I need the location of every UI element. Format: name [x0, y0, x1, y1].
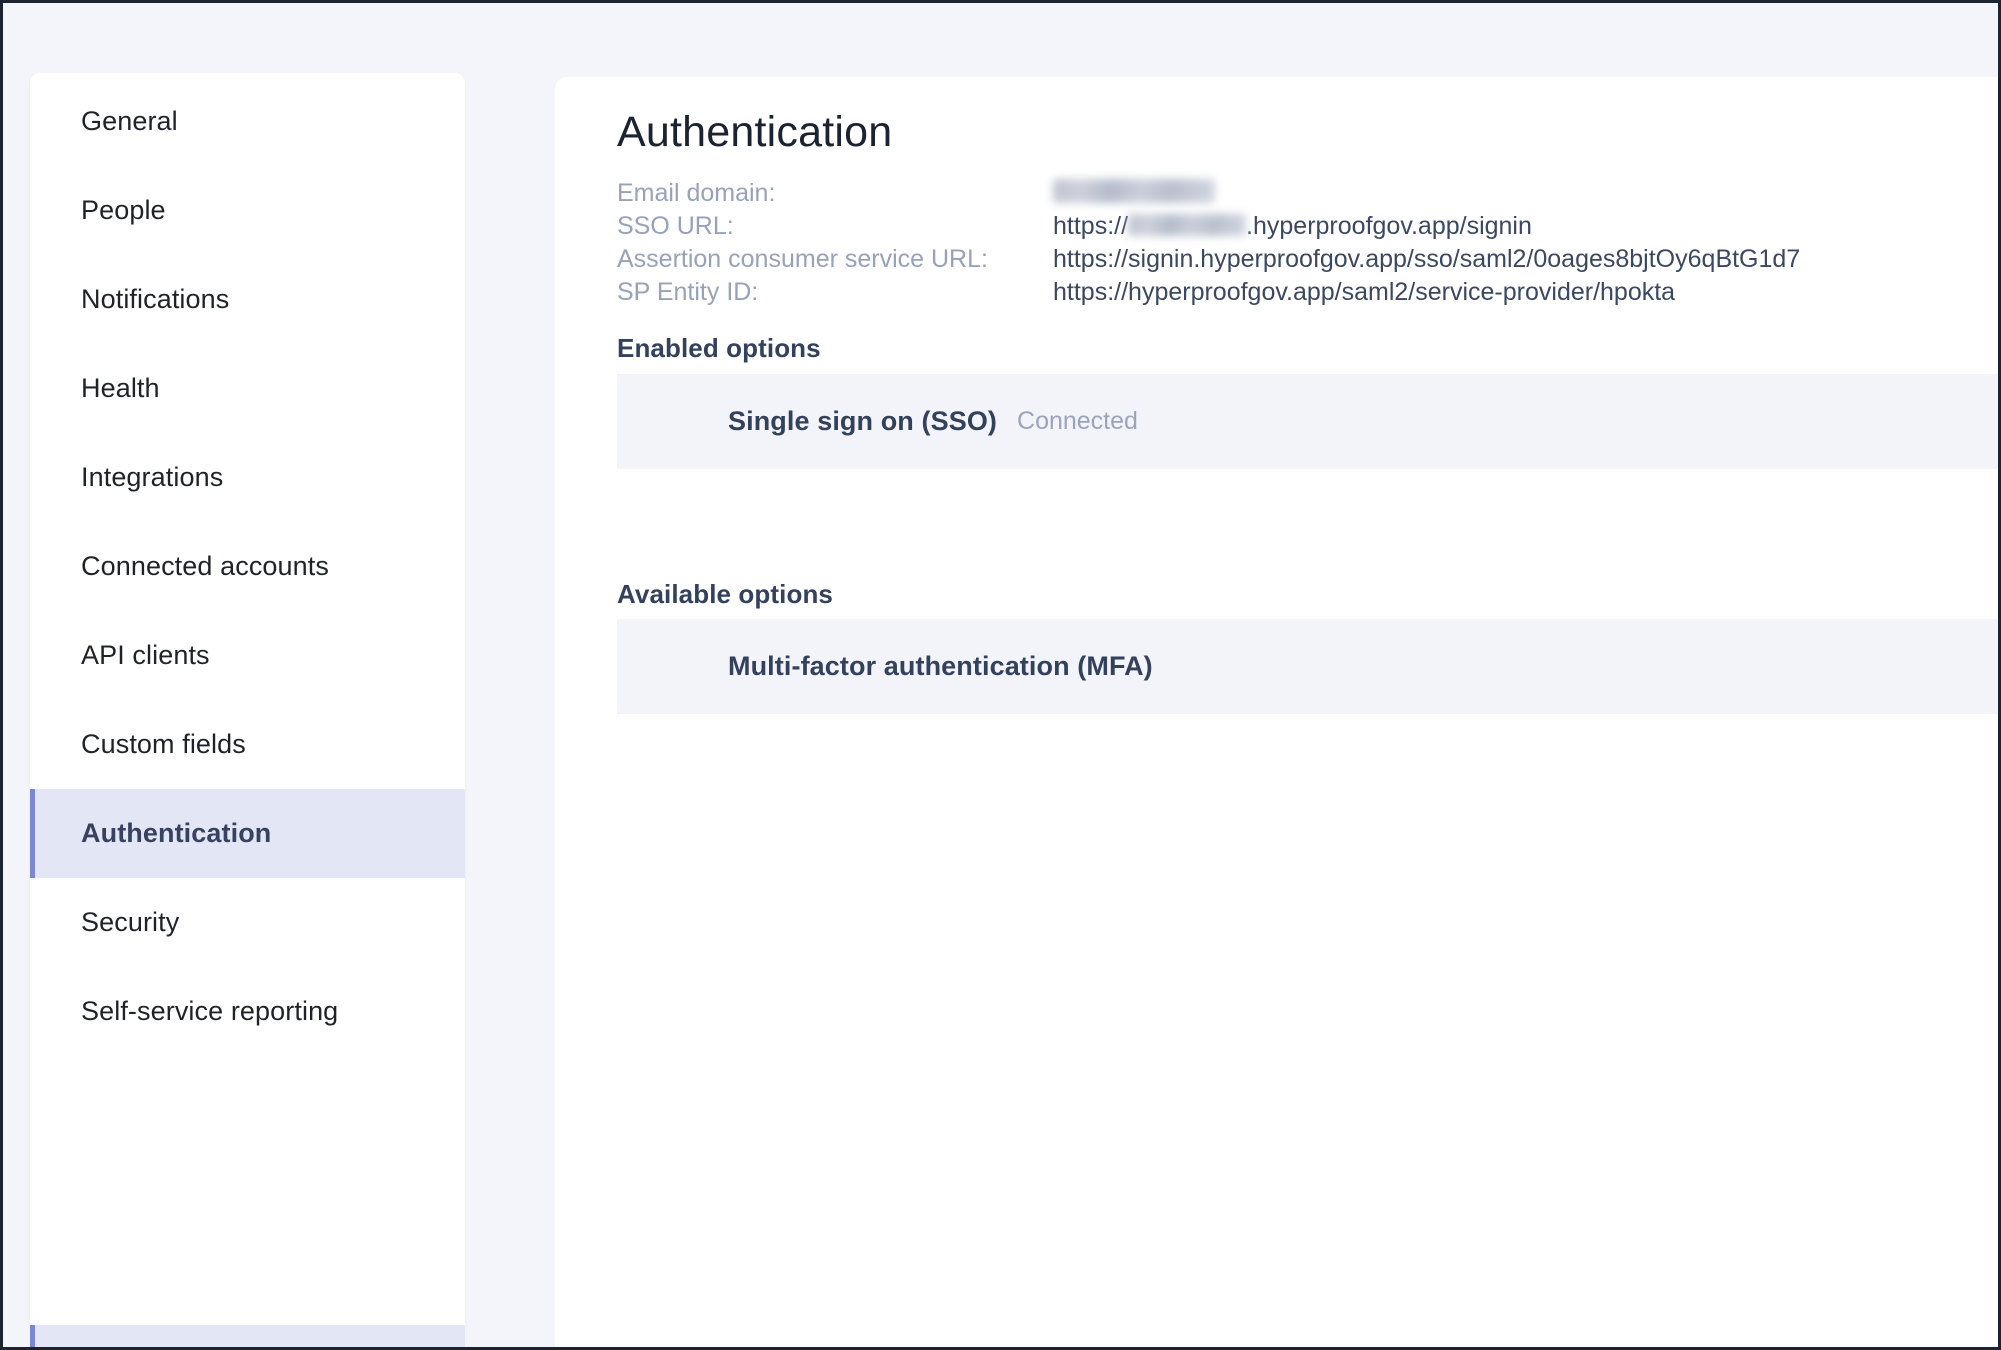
sidebar-nav-list: General People Notifications Health Inte…: [30, 73, 465, 1056]
available-options-heading: Available options: [617, 579, 833, 609]
sidebar-item-connected-accounts[interactable]: Connected accounts: [30, 522, 465, 611]
sidebar-item-integrations[interactable]: Integrations: [30, 433, 465, 522]
detail-label: Assertion consumer service URL:: [617, 245, 988, 273]
settings-page: General People Notifications Health Inte…: [0, 0, 2001, 1350]
sidebar-item-label: Connected accounts: [81, 551, 329, 581]
option-name: Single sign on (SSO): [728, 406, 998, 436]
sidebar-item-security[interactable]: Security: [30, 878, 465, 967]
option-name: Multi-factor authentication (MFA): [728, 651, 1153, 681]
sidebar-item-label: Integrations: [81, 462, 224, 492]
settings-sidebar: General People Notifications Health Inte…: [30, 73, 465, 1325]
sidebar-item-authentication[interactable]: Authentication: [30, 789, 465, 878]
detail-value-email-domain: [1053, 177, 1215, 203]
sidebar-item-label: Health: [81, 373, 160, 403]
detail-row-sp-entity-id: SP Entity ID: https://hyperproofgov.app/…: [617, 276, 1998, 309]
detail-value-prefix: https://: [1053, 212, 1129, 240]
detail-label: SP Entity ID:: [617, 278, 759, 306]
sidebar-item-label: Security: [81, 907, 180, 937]
detail-label: Email domain:: [617, 179, 776, 207]
sidebar-item-label: Authentication: [81, 818, 272, 848]
detail-value-sp-entity-id: https://hyperproofgov.app/saml2/service-…: [1053, 278, 1676, 306]
sidebar-item-people[interactable]: People: [30, 166, 465, 255]
detail-value-suffix: .hyperproofgov.app/signin: [1246, 212, 1532, 240]
detail-row-sso-url: SSO URL: https:// .hyperproofgov.app/sign…: [617, 210, 1998, 243]
sidebar-item-notifications[interactable]: Notifications: [30, 255, 465, 344]
status-badge: Connected: [1017, 407, 1138, 435]
detail-value-sso-url: https:// .hyperproofgov.app/signin: [1053, 210, 1532, 242]
sidebar-item-api-clients[interactable]: API clients: [30, 611, 465, 700]
sidebar-item-label: Self-service reporting: [81, 996, 339, 1026]
authentication-panel: Authentication Email domain: SSO URL: ht…: [555, 77, 1998, 1347]
enabled-options-heading: Enabled options: [617, 333, 821, 363]
page-title: Authentication: [617, 108, 893, 156]
redacted-email-domain: [1053, 179, 1215, 203]
detail-row-email-domain: Email domain:: [617, 177, 1998, 210]
sidebar-item-general[interactable]: General: [30, 77, 465, 166]
sidebar-item-self-service-reporting[interactable]: Self-service reporting: [30, 967, 465, 1056]
detail-value-assertion-consumer-service-url: https://signin.hyperproofgov.app/sso/sam…: [1053, 245, 1801, 273]
redacted-sso-subdomain: [1128, 214, 1247, 236]
detail-row-assertion-consumer-service-url: Assertion consumer service URL: https://…: [617, 243, 1998, 276]
option-row-single-sign-on[interactable]: Single sign on (SSO) Connected: [617, 374, 1998, 469]
authentication-details: Email domain: SSO URL: https:// .hyperpro…: [617, 177, 1998, 309]
sidebar-scroll-peek: [30, 1325, 465, 1347]
detail-label: SSO URL:: [617, 212, 734, 240]
sidebar-item-label: People: [81, 195, 166, 225]
sidebar-item-label: Notifications: [81, 284, 230, 314]
sidebar-item-label: Custom fields: [81, 729, 246, 759]
sidebar-item-label: General: [81, 106, 178, 136]
option-row-multi-factor-authentication[interactable]: Multi-factor authentication (MFA): [617, 619, 1998, 714]
sidebar-item-custom-fields[interactable]: Custom fields: [30, 700, 465, 789]
sidebar-item-label: API clients: [81, 640, 210, 670]
sidebar-item-health[interactable]: Health: [30, 344, 465, 433]
